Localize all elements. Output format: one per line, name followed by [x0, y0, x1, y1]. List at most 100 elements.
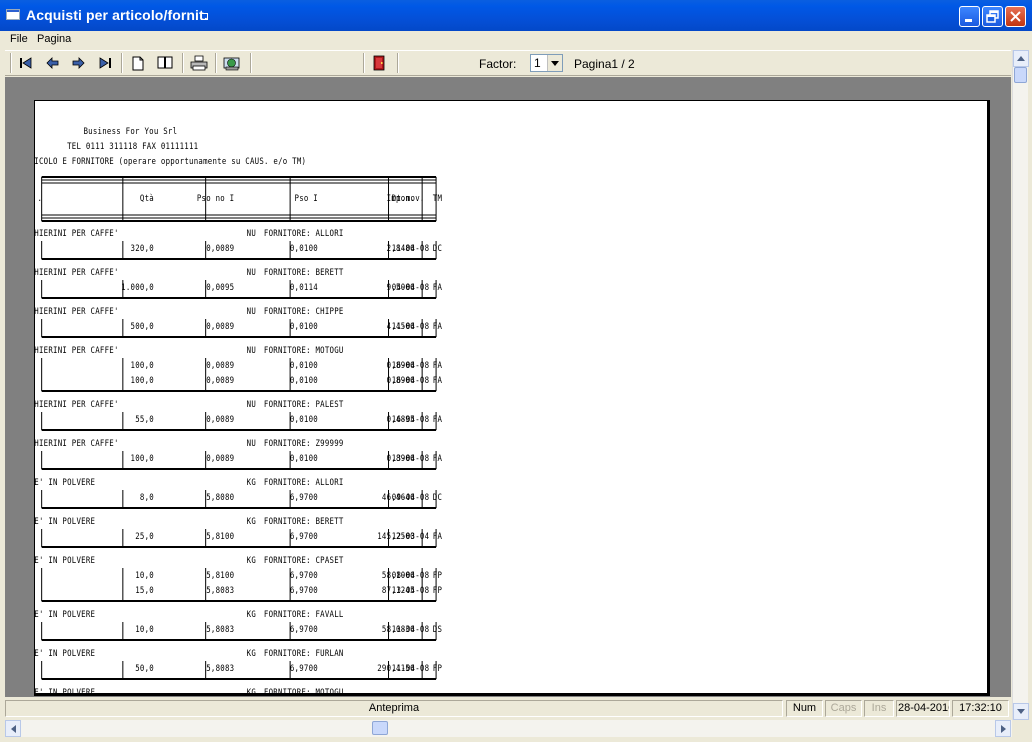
exit-button[interactable] [369, 54, 389, 72]
group-unit: KG [246, 478, 257, 488]
toolbar-separator [215, 53, 217, 73]
vertical-scrollbar[interactable] [1012, 50, 1029, 720]
single-page-button[interactable] [128, 54, 148, 72]
row-qty: 100,0 [130, 361, 154, 371]
row-qty: 10,0 [135, 625, 154, 635]
two-pages-button[interactable] [155, 54, 175, 72]
close-button[interactable] [1005, 6, 1026, 27]
group-supplier: FORNITORE: ALLORI [263, 478, 344, 488]
window-title: Acquisti per articolo/fornit. [26, 7, 208, 23]
row-pso-no-i: 0,0089 [206, 244, 235, 254]
row-qty: 100,0 [130, 454, 154, 464]
row-pso-i: 6,9700 [289, 532, 318, 542]
scroll-left-button[interactable] [5, 720, 21, 737]
row-dt-mov: 16-04-08 [391, 361, 430, 371]
app-window: Acquisti per articolo/fornit. File Pagin… [0, 0, 1032, 742]
row-dt-mov: 12-03-04 [391, 532, 430, 542]
prev-page-button[interactable] [43, 54, 63, 72]
factor-label: Factor: [479, 57, 517, 71]
report-table-lines [41, 176, 437, 680]
print-preview-area[interactable]: Business For You Srl TEL 0111 311118 FAX… [5, 77, 1011, 697]
row-pso-no-i: 5,8080 [206, 493, 235, 503]
report-page: Business For You Srl TEL 0111 311118 FAX… [34, 100, 990, 696]
export-button[interactable] [222, 54, 242, 72]
scroll-up-button[interactable] [1013, 50, 1029, 67]
status-caps: Caps [825, 700, 862, 717]
first-page-button[interactable] [16, 54, 36, 72]
group-supplier: FORNITORE: ALLORI [263, 229, 344, 239]
row-pso-no-i: 0,0089 [206, 454, 235, 464]
report-phone: TEL 0111 311118 FAX 01111111 [67, 142, 199, 152]
row-qty: 10,0 [135, 571, 154, 581]
restore-button[interactable] [982, 6, 1003, 27]
vertical-scroll-thumb[interactable] [1014, 67, 1027, 83]
group-supplier: FORNITORE: Z99999 [263, 439, 344, 449]
group-unit: NU [246, 268, 257, 278]
two-pages-icon [157, 56, 173, 69]
first-page-icon [20, 57, 32, 69]
row-qty: 50,0 [135, 664, 154, 674]
group-description: E' IN POLVERE [34, 517, 96, 527]
horizontal-scrollbar[interactable] [5, 720, 1012, 737]
minimize-button[interactable] [959, 6, 980, 27]
row-tm: DS [432, 625, 443, 635]
group-supplier: FORNITORE: MOTOGU [263, 688, 344, 696]
scroll-down-button[interactable] [1013, 703, 1029, 720]
minimize-icon [965, 19, 972, 22]
row-pso-i: 0,0100 [289, 244, 318, 254]
single-page-icon [132, 56, 144, 70]
status-date: 28-04-2016 [896, 700, 950, 717]
prev-page-icon [46, 57, 59, 69]
group-supplier: FORNITORE: CHIPPE [263, 307, 344, 317]
row-pso-no-i: 0,0089 [206, 376, 235, 386]
header-qty: Qtà [139, 194, 154, 204]
row-pso-i: 6,9700 [289, 664, 318, 674]
group-description: HIERINI PER CAFFE' [34, 439, 119, 449]
row-tm: FP [432, 586, 443, 596]
last-page-button[interactable] [95, 54, 115, 72]
row-pso-no-i: 5,8083 [206, 586, 235, 596]
row-dt-mov: 08-04-08 [391, 571, 430, 581]
group-supplier: FORNITORE: BERETT [263, 517, 344, 527]
status-time: 17:32:10 [952, 700, 1009, 717]
header-tm: TM [432, 194, 443, 204]
group-unit: NU [246, 307, 257, 317]
menu-pagina[interactable]: Pagina [37, 33, 71, 45]
row-tm: FA [432, 283, 443, 293]
window-icon[interactable] [6, 9, 20, 20]
page-indicator: Pagina1 / 2 [574, 57, 635, 71]
export-icon [223, 57, 240, 71]
print-button[interactable] [189, 54, 209, 72]
chevron-right-icon [1000, 724, 1006, 733]
group-description: HIERINI PER CAFFE' [34, 307, 119, 317]
horizontal-scroll-thumb[interactable] [372, 721, 388, 735]
row-tm: FA [432, 322, 443, 332]
dropdown-arrow-button[interactable] [547, 55, 562, 71]
printer-icon [190, 55, 208, 71]
status-mode: Anteprima [5, 700, 783, 717]
row-pso-i: 6,9700 [289, 493, 318, 503]
chevron-down-icon [1017, 709, 1025, 714]
toolbar-separator [250, 53, 252, 73]
group-unit: KG [246, 688, 257, 696]
group-unit: NU [246, 229, 257, 239]
toolbar-separator [397, 53, 399, 73]
row-pso-no-i: 0,0089 [206, 361, 235, 371]
menu-file[interactable]: File [10, 33, 28, 45]
title-bar[interactable]: Acquisti per articolo/fornit. [0, 0, 1032, 31]
row-qty: 320,0 [130, 244, 154, 254]
group-description: HIERINI PER CAFFE' [34, 346, 119, 356]
row-qty: 500,0 [130, 322, 154, 332]
close-icon [1010, 11, 1021, 22]
report-subtitle: ICOLO E FORNITORE (operare opportunament… [34, 157, 307, 167]
row-pso-i: 0,0100 [289, 415, 318, 425]
group-supplier: FORNITORE: CPASET [263, 556, 344, 566]
factor-select[interactable]: 1 [530, 54, 563, 72]
row-dt-mov: 04-04-08 [391, 283, 430, 293]
exit-door-icon [373, 55, 385, 71]
next-page-button[interactable] [68, 54, 88, 72]
row-tm: DC [432, 244, 443, 254]
row-pso-no-i: 5,8100 [206, 532, 235, 542]
row-pso-no-i: 5,8083 [206, 664, 235, 674]
scroll-right-button[interactable] [995, 720, 1011, 737]
